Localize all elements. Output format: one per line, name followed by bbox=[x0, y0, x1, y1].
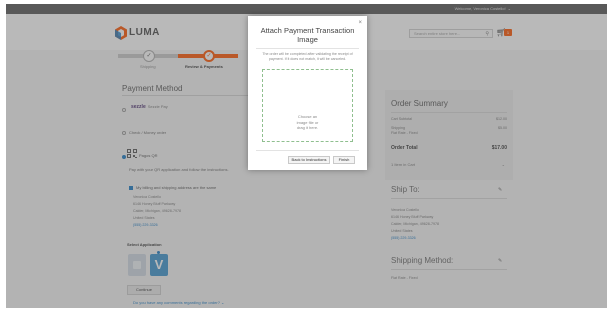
attach-payment-modal: × Attach Payment Transaction Image The o… bbox=[248, 16, 367, 170]
image-drop-zone[interactable]: Choose an image file or drag it here. bbox=[262, 69, 353, 142]
back-to-instructions-button[interactable]: Back to Instructions bbox=[288, 156, 330, 164]
drop-zone-text: Choose an image file or drag it here. bbox=[263, 114, 352, 131]
divider bbox=[256, 150, 359, 151]
drop-text-line: drag it here. bbox=[296, 125, 319, 130]
modal-description: The order will be completed after valida… bbox=[262, 52, 353, 61]
modal-title: Attach Payment Transaction Image bbox=[260, 26, 355, 44]
finish-button[interactable]: Finish bbox=[333, 156, 355, 164]
divider bbox=[256, 48, 359, 49]
